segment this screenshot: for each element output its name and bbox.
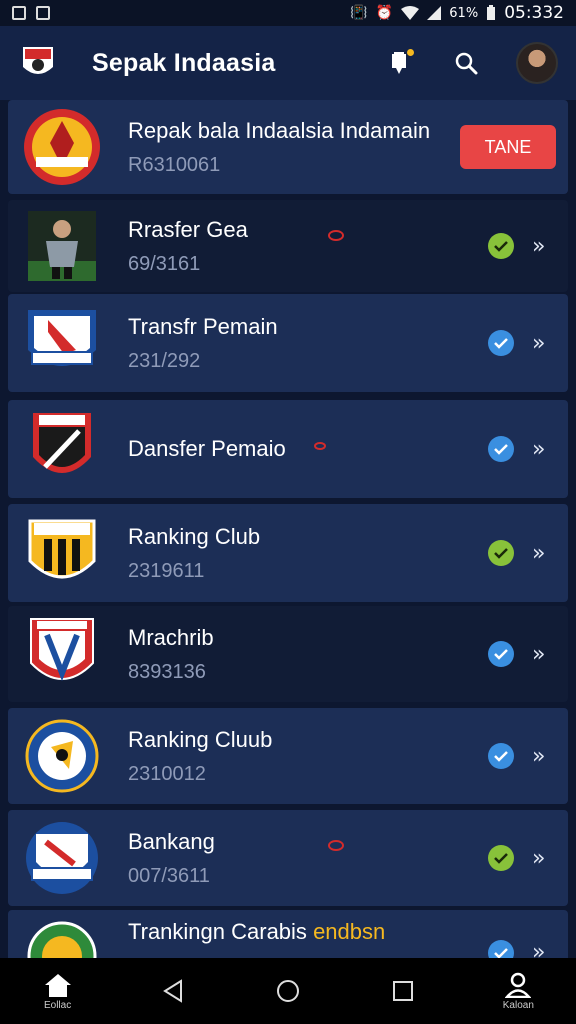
battery-icon [487,5,496,20]
nav-label: Kaloan [502,999,534,1011]
list-item-subtitle: 8393136 [128,661,206,684]
shield-crest-red [22,409,102,489]
app-logo [18,43,58,83]
list-item-title: Repak bala Indaalsia Indamain [128,117,431,143]
search-button[interactable] [450,47,482,79]
list-item-title: Rrasfer Gea [128,216,248,242]
chevron-right-icon[interactable]: » [532,744,552,769]
check-icon [488,845,514,871]
list-item[interactable]: Transfr Pemain 231/292 » [8,294,568,392]
check-icon [488,743,514,769]
chevron-right-icon[interactable]: » [532,846,552,871]
avatar[interactable] [516,42,558,84]
app-title: Sepak Indaasia [92,48,276,77]
list-item-title: Mrachrib [128,624,214,650]
bottom-nav: Eollac Kaloan [0,958,576,1024]
list-item-title: Ranking Cluub [128,726,273,752]
list-item-subtitle: R6310061 [128,154,221,177]
app-bar: Sepak Indaasia [0,26,576,100]
garuda-crest [22,107,102,187]
nav-back[interactable] [135,979,211,1003]
list-item-title: Trankingn Carabis endbsn [128,919,488,944]
chevron-right-icon[interactable]: » [532,437,552,462]
list-item-title: Dansfer Pemaio [128,435,286,461]
striped-crest [22,513,102,593]
signal-icon [427,6,442,20]
back-icon [162,979,182,1003]
search-icon [455,52,478,75]
red-shield-crest [22,614,102,694]
list-item[interactable]: Dansfer Pemaio » [8,400,568,498]
tag-button[interactable]: TANE [460,125,556,169]
notification-icon [12,6,26,20]
recents-icon [393,981,414,1001]
shield-crest-blue [22,303,102,383]
content-list: Repak bala Indaalsia Indamain R6310061 T… [0,100,576,958]
list-item[interactable]: Repak bala Indaalsia Indamain R6310061 T… [8,100,568,194]
home-icon [44,973,71,997]
list-item-title-highlight: endbsn [313,919,386,944]
clock: 05:332 [504,3,564,23]
blue-white-crest [22,818,102,898]
green-crest [22,920,102,958]
check-icon [488,940,514,958]
nav-label: Eollac [43,999,72,1011]
list-item-subtitle: 007/3611 [128,865,210,888]
nav-home[interactable]: Eollac [20,972,96,1011]
image-icon [36,6,50,20]
list-item[interactable]: Mrachrib 8393136 » [8,606,568,702]
marker-icon [328,230,344,241]
notification-button[interactable] [384,47,416,79]
list-item-title-main: Trankingn Carabis [128,919,307,944]
nav-profile[interactable]: Kaloan [480,972,556,1011]
list-item-title: Ranking Club [128,523,261,549]
list-item-title: Transfr Pemain [128,313,278,339]
chevron-right-icon[interactable]: » [532,331,552,356]
marker-icon [328,840,344,851]
check-icon [488,641,514,667]
nav-home-circle[interactable] [250,979,326,1003]
list-item[interactable]: Ranking Club 2319611 » [8,504,568,602]
nav-recents[interactable] [365,980,441,1002]
chevron-right-icon[interactable]: » [532,642,552,667]
notification-badge [407,49,414,56]
check-icon [488,330,514,356]
marker-icon [314,442,326,450]
list-item-subtitle: 2310012 [128,763,206,786]
status-bar: 📳 ⏰ 61% 05:332 [0,0,576,26]
list-item[interactable]: Ranking Cluub 2310012 » [8,708,568,804]
check-icon [488,436,514,462]
list-item-subtitle: 69/3161 [128,253,201,276]
battery-level: 61% [449,5,479,21]
list-item[interactable]: Rrasfer Gea 69/3161 » [8,200,568,292]
alarm-icon: ⏰ [375,5,394,21]
round-blue-crest [22,716,102,796]
list-item-subtitle: 231/292 [128,350,201,373]
chevron-right-icon[interactable]: » [532,541,552,566]
wifi-icon [401,6,420,20]
check-icon [488,233,514,259]
chevron-right-icon[interactable]: » [532,940,552,958]
vibrate-icon: 📳 [350,5,368,21]
check-icon [488,540,514,566]
chevron-right-icon[interactable]: » [532,234,552,259]
list-item-title: Bankang [128,828,215,854]
list-item-subtitle: 2319611 [128,560,205,583]
player-photo [22,206,102,286]
profile-icon [505,972,532,998]
list-item[interactable]: Bankang 007/3611 » [8,810,568,906]
home-circle-icon [276,980,299,1002]
list-item[interactable]: Trankingn Carabis endbsn » [8,910,568,958]
